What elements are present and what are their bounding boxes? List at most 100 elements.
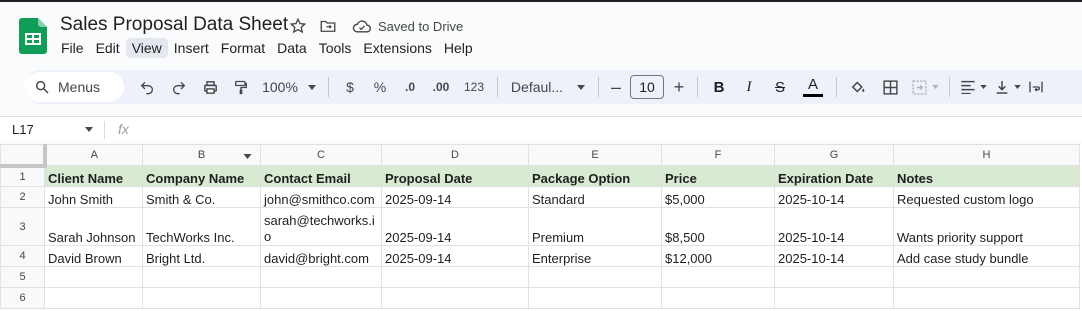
search-menus-button[interactable]: Menus bbox=[24, 72, 124, 102]
increase-font-size-icon[interactable]: + bbox=[667, 73, 691, 101]
cell[interactable] bbox=[44, 287, 143, 309]
select-all-corner[interactable] bbox=[0, 144, 47, 168]
cell[interactable]: TechWorks Inc. bbox=[142, 207, 261, 246]
cell[interactable]: 2025-10-14 bbox=[774, 207, 894, 246]
menu-data[interactable]: Data bbox=[271, 38, 313, 58]
cell[interactable] bbox=[260, 287, 382, 309]
cell[interactable]: Add case study bundle bbox=[893, 245, 1080, 267]
menu-edit[interactable]: Edit bbox=[90, 38, 126, 58]
row-header[interactable]: 1 bbox=[0, 165, 45, 187]
more-formats-button[interactable]: 123 bbox=[457, 73, 491, 101]
cell[interactable]: $8,500 bbox=[661, 207, 775, 246]
menu-view[interactable]: View bbox=[125, 38, 168, 58]
text-color-icon[interactable]: A bbox=[796, 73, 830, 101]
bold-icon[interactable]: B bbox=[704, 73, 734, 101]
cell[interactable] bbox=[893, 266, 1080, 288]
cell[interactable]: 2025-09-14 bbox=[381, 207, 529, 246]
text-wrapping-icon[interactable] bbox=[1024, 73, 1048, 101]
column-header-b[interactable]: B bbox=[142, 144, 261, 166]
cell[interactable]: $5,000 bbox=[661, 186, 775, 208]
menu-tools[interactable]: Tools bbox=[313, 38, 358, 58]
currency-format-button[interactable]: $ bbox=[335, 73, 365, 101]
row-header[interactable]: 5 bbox=[0, 266, 45, 288]
cell[interactable] bbox=[774, 287, 894, 309]
decrease-font-size-icon[interactable]: – bbox=[605, 73, 627, 101]
cell[interactable] bbox=[142, 287, 261, 309]
cell[interactable]: Notes bbox=[893, 165, 1080, 187]
undo-icon[interactable] bbox=[130, 73, 164, 101]
cell[interactable]: David Brown bbox=[44, 245, 143, 267]
column-header-e[interactable]: E bbox=[528, 144, 662, 166]
row-header[interactable]: 4 bbox=[0, 245, 45, 267]
cell[interactable]: 2025-09-14 bbox=[381, 245, 529, 267]
percent-format-button[interactable]: % bbox=[365, 73, 395, 101]
borders-icon[interactable] bbox=[873, 73, 907, 101]
cell[interactable]: Client Name bbox=[44, 165, 143, 187]
name-box[interactable]: L17 bbox=[12, 122, 34, 137]
cell[interactable]: Contact Email bbox=[260, 165, 382, 187]
decrease-decimal-button[interactable]: .0 bbox=[395, 73, 425, 101]
cell[interactable]: John Smith bbox=[44, 186, 143, 208]
menu-extensions[interactable]: Extensions bbox=[357, 38, 437, 58]
cell[interactable] bbox=[528, 266, 662, 288]
cell[interactable]: 2025-10-14 bbox=[774, 186, 894, 208]
fill-color-icon[interactable] bbox=[843, 73, 873, 101]
cell[interactable] bbox=[661, 287, 775, 309]
column-header-g[interactable]: G bbox=[774, 144, 894, 166]
cell[interactable]: Expiration Date bbox=[774, 165, 894, 187]
column-header-f[interactable]: F bbox=[661, 144, 775, 166]
cell[interactable]: Sarah Johnson bbox=[44, 207, 143, 246]
horizontal-align-icon[interactable] bbox=[956, 73, 990, 101]
menu-file[interactable]: File bbox=[55, 38, 90, 58]
cell[interactable]: Proposal Date bbox=[381, 165, 529, 187]
document-title[interactable]: Sales Proposal Data Sheet bbox=[60, 14, 288, 36]
cell[interactable]: Wants priority support bbox=[893, 207, 1080, 246]
cell[interactable] bbox=[381, 287, 529, 309]
column-header-a[interactable]: A bbox=[44, 144, 143, 166]
chevron-down-icon[interactable] bbox=[85, 127, 93, 132]
cell[interactable]: Bright Ltd. bbox=[142, 245, 261, 267]
cloud-saved-icon[interactable] bbox=[352, 16, 372, 36]
font-select[interactable]: Defaul... bbox=[504, 73, 592, 101]
vertical-align-icon[interactable] bbox=[990, 73, 1024, 101]
strikethrough-icon[interactable]: S bbox=[764, 73, 796, 101]
cell[interactable]: Premium bbox=[528, 207, 662, 246]
star-icon[interactable] bbox=[288, 16, 308, 36]
cell[interactable]: 2025-10-14 bbox=[774, 245, 894, 267]
cell[interactable] bbox=[381, 266, 529, 288]
cell[interactable]: Standard bbox=[528, 186, 662, 208]
move-folder-icon[interactable] bbox=[318, 16, 338, 36]
cell[interactable]: david@bright.com bbox=[260, 245, 382, 267]
cell[interactable]: $12,000 bbox=[661, 245, 775, 267]
cell[interactable] bbox=[142, 266, 261, 288]
cell[interactable]: Price bbox=[661, 165, 775, 187]
filter-dropdown-icon[interactable] bbox=[243, 154, 252, 159]
cell[interactable] bbox=[44, 266, 143, 288]
menu-format[interactable]: Format bbox=[215, 38, 271, 58]
cell[interactable]: Company Name bbox=[142, 165, 261, 187]
column-header-c[interactable]: C bbox=[260, 144, 382, 166]
zoom-select[interactable]: 100% bbox=[256, 73, 322, 101]
column-header-d[interactable]: D bbox=[381, 144, 529, 166]
cell[interactable]: Requested custom logo bbox=[893, 186, 1080, 208]
merge-cells-icon[interactable] bbox=[907, 73, 943, 101]
row-header[interactable]: 3 bbox=[0, 207, 45, 246]
menu-help[interactable]: Help bbox=[438, 38, 479, 58]
cell[interactable]: Enterprise bbox=[528, 245, 662, 267]
column-header-h[interactable]: H bbox=[893, 144, 1080, 166]
row-header[interactable]: 6 bbox=[0, 287, 45, 309]
paint-format-icon[interactable] bbox=[226, 73, 256, 101]
cell[interactable]: sarah@techworks.io bbox=[260, 207, 382, 246]
cell[interactable] bbox=[893, 287, 1080, 309]
cell[interactable] bbox=[260, 266, 382, 288]
cell[interactable]: Smith & Co. bbox=[142, 186, 261, 208]
font-size-input[interactable]: 10 bbox=[630, 75, 664, 99]
cell[interactable] bbox=[774, 266, 894, 288]
redo-icon[interactable] bbox=[164, 73, 194, 101]
row-header[interactable]: 2 bbox=[0, 186, 45, 208]
cell[interactable]: Package Option bbox=[528, 165, 662, 187]
menu-insert[interactable]: Insert bbox=[168, 38, 215, 58]
italic-icon[interactable]: I bbox=[734, 73, 764, 101]
increase-decimal-button[interactable]: .00 bbox=[425, 73, 457, 101]
sheets-logo-icon[interactable] bbox=[19, 18, 47, 54]
